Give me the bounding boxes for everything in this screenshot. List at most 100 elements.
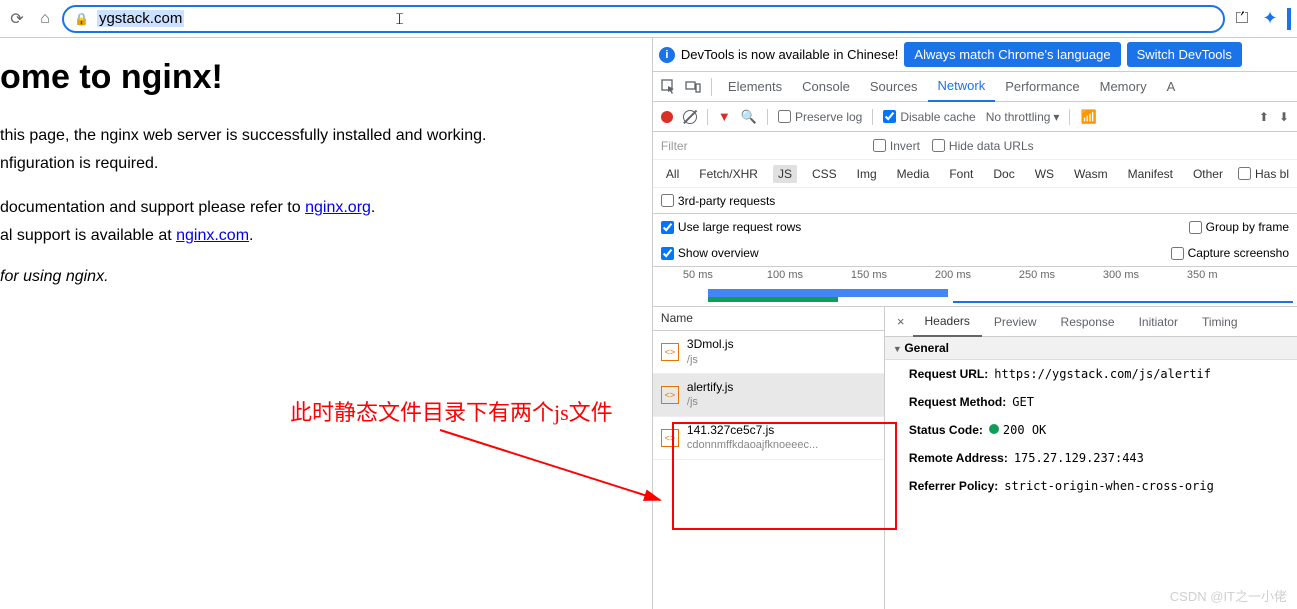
watermark: CSDN @IT之一小佬 xyxy=(1170,586,1287,605)
large-rows-checkbox[interactable]: Use large request rows xyxy=(661,220,801,234)
export-icon[interactable]: ⬇ xyxy=(1279,110,1289,124)
close-icon[interactable]: × xyxy=(889,314,913,329)
timeline-tick: 150 ms xyxy=(851,269,935,281)
search-icon[interactable]: 🔍 xyxy=(741,109,757,125)
tab-application[interactable]: A xyxy=(1157,72,1186,102)
js-file-icon: <> xyxy=(661,386,679,404)
annotation-text: 此时静态文件目录下有两个js文件 xyxy=(290,395,613,427)
detail-tab-timing[interactable]: Timing xyxy=(1190,307,1250,337)
page-paragraph: documentation and support please refer t… xyxy=(0,197,652,219)
show-overview-checkbox[interactable]: Show overview xyxy=(661,246,759,260)
timeline-tick: 350 m xyxy=(1187,269,1271,281)
info-icon: i xyxy=(659,47,675,63)
type-filter-row: All Fetch/XHR JS CSS Img Media Font Doc … xyxy=(653,160,1297,188)
request-row[interactable]: <> 141.327ce5c7.jscdonnmffkdaoajfknoeeec… xyxy=(653,417,884,460)
tab-network[interactable]: Network xyxy=(928,72,996,102)
nginx-com-link[interactable]: nginx.com xyxy=(176,227,249,244)
status-code: Status Code:200 OK xyxy=(885,416,1297,444)
address-bar: ⟳ ⌂ 🔒 ygstack.com 𝙸 ⏍ ✦ xyxy=(0,0,1297,38)
timeline-tick: 300 ms xyxy=(1103,269,1187,281)
filter-js[interactable]: JS xyxy=(773,165,797,183)
text-cursor-icon: 𝙸 xyxy=(394,11,405,29)
filter-fetch[interactable]: Fetch/XHR xyxy=(694,165,763,183)
third-party-row: 3rd-party requests xyxy=(653,188,1297,214)
detail-tab-initiator[interactable]: Initiator xyxy=(1127,307,1190,337)
filter-css[interactable]: CSS xyxy=(807,165,842,183)
home-icon[interactable]: ⌂ xyxy=(34,8,56,30)
hide-data-urls-checkbox[interactable]: Hide data URLs xyxy=(932,139,1034,153)
match-language-button[interactable]: Always match Chrome's language xyxy=(904,42,1120,67)
clear-button[interactable] xyxy=(683,110,697,124)
device-icon[interactable] xyxy=(681,75,705,99)
detail-tabs: × Headers Preview Response Initiator Tim… xyxy=(885,307,1297,337)
timeline-bar xyxy=(708,289,948,297)
preserve-log-checkbox[interactable]: Preserve log xyxy=(778,110,862,124)
request-url: Request URL:https://ygstack.com/js/alert… xyxy=(885,360,1297,388)
network-toolbar: ▼ 🔍 Preserve log Disable cache No thrott… xyxy=(653,102,1297,132)
page-thanks: for using nginx. xyxy=(0,266,652,288)
status-dot-icon xyxy=(989,424,999,434)
tab-performance[interactable]: Performance xyxy=(995,72,1089,102)
omnibox[interactable]: 🔒 ygstack.com 𝙸 xyxy=(62,5,1225,33)
extension-icon[interactable] xyxy=(1287,8,1291,30)
filter-other[interactable]: Other xyxy=(1188,165,1228,183)
throttling-select[interactable]: No throttling ▾ xyxy=(986,110,1060,124)
page-paragraph: al support is available at nginx.com. xyxy=(0,225,652,247)
js-file-icon: <> xyxy=(661,343,679,361)
share-icon[interactable]: ⏍ xyxy=(1231,8,1253,30)
tab-elements[interactable]: Elements xyxy=(718,72,792,102)
remote-address: Remote Address:175.27.129.237:443 xyxy=(885,444,1297,472)
filter-doc[interactable]: Doc xyxy=(988,165,1019,183)
filter-ws[interactable]: WS xyxy=(1030,165,1059,183)
page-content: ome to nginx! this page, the nginx web s… xyxy=(0,38,652,609)
record-button[interactable] xyxy=(661,111,673,123)
url-text: ygstack.com xyxy=(97,10,184,27)
banner-text: DevTools is now available in Chinese! xyxy=(681,47,899,62)
filter-img[interactable]: Img xyxy=(852,165,882,183)
timeline-bar xyxy=(953,301,1293,303)
tab-sources[interactable]: Sources xyxy=(860,72,928,102)
nginx-org-link[interactable]: nginx.org xyxy=(305,199,371,216)
third-party-checkbox[interactable]: 3rd-party requests xyxy=(661,194,775,208)
filter-icon[interactable]: ▼ xyxy=(718,109,731,124)
group-frame-checkbox[interactable]: Group by frame xyxy=(1189,220,1289,234)
filter-media[interactable]: Media xyxy=(892,165,935,183)
devtools-banner: i DevTools is now available in Chinese! … xyxy=(653,38,1297,72)
filter-all[interactable]: All xyxy=(661,165,684,183)
general-section-header[interactable]: General xyxy=(885,337,1297,360)
timeline-overview[interactable]: 50 ms 100 ms 150 ms 200 ms 250 ms 300 ms… xyxy=(653,267,1297,307)
tab-memory[interactable]: Memory xyxy=(1090,72,1157,102)
detail-tab-preview[interactable]: Preview xyxy=(982,307,1049,337)
disable-cache-checkbox[interactable]: Disable cache xyxy=(883,110,975,124)
timeline-bar xyxy=(708,297,838,302)
filter-font[interactable]: Font xyxy=(944,165,978,183)
switch-devtools-button[interactable]: Switch DevTools xyxy=(1127,42,1242,67)
timeline-tick: 200 ms xyxy=(935,269,1019,281)
reload-icon[interactable]: ⟳ xyxy=(6,8,28,30)
request-detail: × Headers Preview Response Initiator Tim… xyxy=(885,307,1297,609)
page-paragraph: this page, the nginx web server is succe… xyxy=(0,125,652,147)
filter-manifest[interactable]: Manifest xyxy=(1123,165,1178,183)
import-icon[interactable]: ⬆ xyxy=(1259,110,1269,124)
js-file-icon: <> xyxy=(661,429,679,447)
inspect-icon[interactable] xyxy=(657,75,681,99)
bookmark-star-icon[interactable]: ✦ xyxy=(1259,8,1281,30)
column-header-name[interactable]: Name xyxy=(653,307,884,331)
filter-row: Filter Invert Hide data URLs xyxy=(653,132,1297,160)
network-conditions-icon[interactable]: 📶 xyxy=(1080,109,1096,125)
timeline-tick: 100 ms xyxy=(767,269,851,281)
chevron-down-icon: ▾ xyxy=(1053,110,1059,124)
request-row[interactable]: <> 3Dmol.js/js xyxy=(653,331,884,374)
timeline-tick: 50 ms xyxy=(683,269,767,281)
invert-checkbox[interactable]: Invert xyxy=(873,139,920,153)
filter-wasm[interactable]: Wasm xyxy=(1069,165,1113,183)
detail-tab-headers[interactable]: Headers xyxy=(913,307,982,337)
request-row[interactable]: <> alertify.js/js xyxy=(653,374,884,417)
has-blocked-checkbox[interactable]: Has bl xyxy=(1238,167,1289,181)
devtools-tabs: Elements Console Sources Network Perform… xyxy=(653,72,1297,102)
capture-screenshots-checkbox[interactable]: Capture screensho xyxy=(1171,246,1289,260)
detail-tab-response[interactable]: Response xyxy=(1049,307,1127,337)
tab-console[interactable]: Console xyxy=(792,72,860,102)
filter-input[interactable]: Filter xyxy=(661,139,861,153)
page-title: ome to nginx! xyxy=(0,58,652,97)
